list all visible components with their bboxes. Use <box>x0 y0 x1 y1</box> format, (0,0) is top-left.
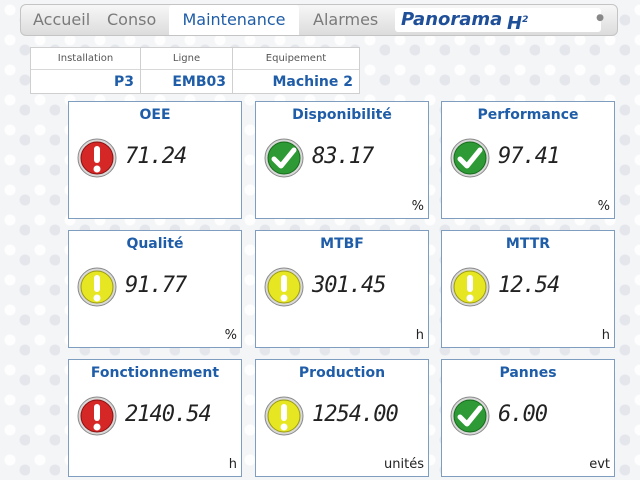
kpi-unit: % <box>597 199 610 214</box>
kpi-card-qualite[interactable]: Qualité 91.77% <box>68 230 242 348</box>
alert-icon <box>450 267 490 307</box>
kpi-value: 12.54 <box>498 273 560 298</box>
kpi-unit: evt <box>589 457 610 472</box>
kpi-unit: h <box>601 328 610 343</box>
kpi-title: Disponibilité <box>292 107 392 123</box>
kpi-unit: h <box>228 457 237 472</box>
kpi-card-mttr[interactable]: MTTR 12.54 h <box>441 230 615 348</box>
kpi-title: OEE <box>139 107 171 123</box>
alert-icon <box>77 396 117 436</box>
kpi-unit: h <box>415 328 424 343</box>
kpi-value: 97.41 <box>498 144 560 169</box>
brand-name: Panorama <box>401 9 503 30</box>
info-header: Installation <box>31 48 140 70</box>
info-header: Ligne <box>141 48 232 70</box>
kpi-value: 83.17 <box>312 144 374 169</box>
chevron-down-icon[interactable]: ● <box>595 13 605 23</box>
kpi-title: MTBF <box>320 236 364 252</box>
kpi-card-oee[interactable]: OEE 71.24 <box>68 101 242 219</box>
kpi-value: 1254.00 <box>312 402 399 427</box>
kpi-value: 301.45 <box>312 273 386 298</box>
alert-icon <box>264 396 304 436</box>
kpi-title: Performance <box>477 107 579 123</box>
kpi-unit: % <box>411 199 424 214</box>
info-value: EMB03 <box>172 74 226 90</box>
kpi-card-disponibilite[interactable]: Disponibilité 83.17% <box>255 101 429 219</box>
tab-maintenance[interactable]: Maintenance <box>169 5 299 35</box>
kpi-title: Production <box>298 365 386 381</box>
alert-icon <box>264 267 304 307</box>
info-value: P3 <box>113 74 134 90</box>
kpi-value: 2140.54 <box>125 402 212 427</box>
kpi-card-performance[interactable]: Performance 97.41% <box>441 101 615 219</box>
alert-icon <box>77 267 117 307</box>
check-icon <box>450 396 490 436</box>
kpi-title: Pannes <box>499 365 557 381</box>
kpi-card-production[interactable]: Production 1254.00 unités <box>255 359 429 477</box>
info-header: Equipement <box>233 48 359 70</box>
alert-icon <box>77 138 117 178</box>
kpi-title: Fonctionnement <box>90 365 220 381</box>
kpi-card-pannes[interactable]: Pannes 6.00 evt <box>441 359 615 477</box>
kpi-value: 91.77 <box>125 273 187 298</box>
kpi-unit: % <box>224 328 237 343</box>
top-nav-bar: Accueil Conso Maintenance Alarmes Panora… <box>20 4 618 36</box>
kpi-value: 71.24 <box>125 144 187 169</box>
kpi-value: 6.00 <box>498 402 548 427</box>
brand-suffix: H2 <box>507 13 529 34</box>
kpi-card-mtbf[interactable]: MTBF 301.45 h <box>255 230 429 348</box>
kpi-title: MTTR <box>505 236 551 252</box>
info-column-equipement: Equipement Machine 2 <box>233 48 359 93</box>
brand-logo: Panorama H2 <box>395 8 601 34</box>
info-column-ligne: Ligne EMB03 <box>141 48 233 93</box>
kpi-unit: unités <box>384 457 424 472</box>
equipment-info-table: Installation P3 Ligne EMB03 Equipement M… <box>30 47 360 94</box>
kpi-card-fonctionnement[interactable]: Fonctionnement 2140.54 h <box>68 359 242 477</box>
tab-accueil[interactable]: Accueil <box>33 5 90 35</box>
tab-conso[interactable]: Conso <box>107 5 156 35</box>
check-icon <box>264 138 304 178</box>
check-icon <box>450 138 490 178</box>
info-value: Machine 2 <box>272 74 353 90</box>
tab-alarmes[interactable]: Alarmes <box>313 5 378 35</box>
kpi-title: Qualité <box>126 236 184 252</box>
info-column-installation: Installation P3 <box>31 48 141 93</box>
